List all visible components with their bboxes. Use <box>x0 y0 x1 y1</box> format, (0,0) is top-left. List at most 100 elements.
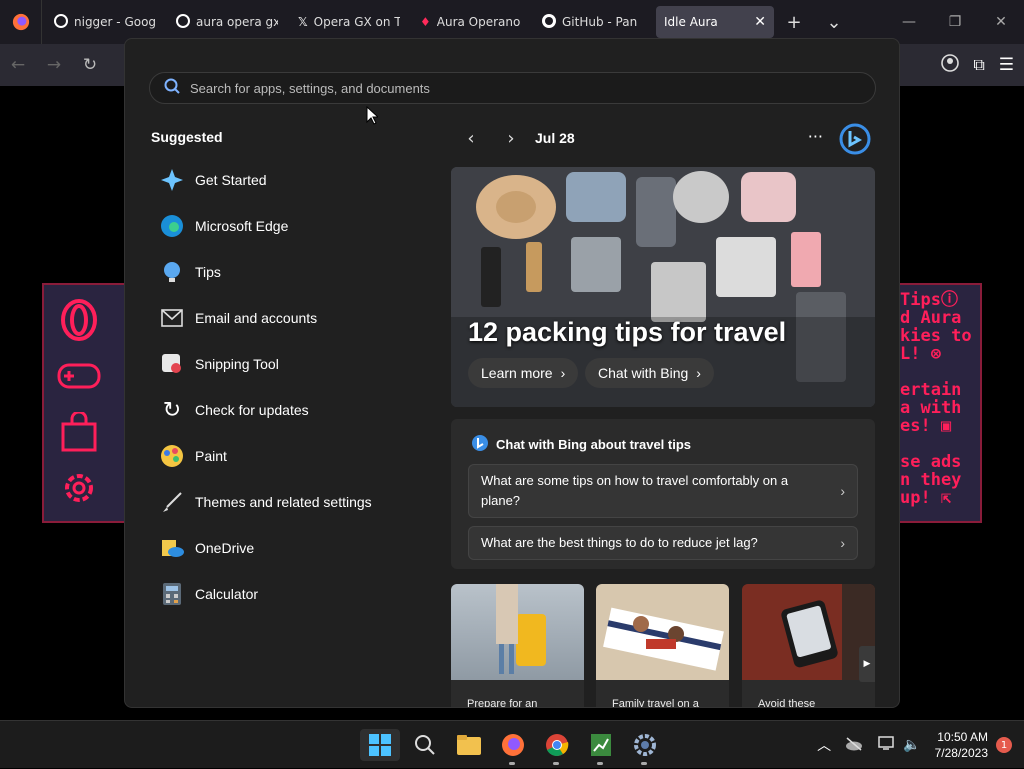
clock[interactable]: 10:50 AM 7/28/2023 <box>935 729 988 761</box>
scroll-right-button[interactable]: ▶ <box>859 646 875 682</box>
suggested-item-snipping[interactable]: Snipping Tool <box>151 341 431 387</box>
start-search-box[interactable] <box>149 72 876 104</box>
tab-aura[interactable]: ♦ Aura Operano <box>412 6 530 38</box>
edge-icon <box>159 213 185 239</box>
restore-button[interactable]: ❐ <box>932 14 978 30</box>
tab-list-chevron-icon[interactable]: ⌄ <box>814 12 854 33</box>
suggested-item-label: Calculator <box>195 586 259 602</box>
suggested-item-label: Microsoft Edge <box>195 218 289 234</box>
suggested-item-themes[interactable]: Themes and related settings <box>151 479 431 525</box>
bing-icon[interactable] <box>839 123 871 159</box>
reload-icon[interactable]: ↻ <box>72 55 108 75</box>
chevron-left-icon[interactable]: ‹ <box>451 128 491 149</box>
suggested-item-label: Themes and related settings <box>195 494 372 510</box>
suggested-item-updates[interactable]: ↻ Check for updates <box>151 387 431 433</box>
volume-icon[interactable]: 🔈 <box>903 737 920 753</box>
shopping-bag-icon[interactable] <box>56 409 102 455</box>
suggested-item-edge[interactable]: Microsoft Edge <box>151 203 431 249</box>
notification-badge[interactable]: 1 <box>996 737 1012 753</box>
suggested-item-calculator[interactable]: Calculator <box>151 571 431 617</box>
start-menu: Suggested Get Started Microsoft Edge Tip… <box>124 38 900 708</box>
paint-icon <box>159 443 185 469</box>
tips-line: d Aura <box>900 308 962 328</box>
close-window-button[interactable]: ✕ <box>978 14 1024 30</box>
extensions-icon[interactable]: ⧉ <box>973 55 984 75</box>
tips-line: a with <box>900 398 962 418</box>
tab-label: aura opera gx <box>196 15 278 29</box>
minimize-button[interactable]: — <box>886 14 932 30</box>
suggested-item-onedrive[interactable]: OneDrive <box>151 525 431 571</box>
bing-icon <box>471 434 489 455</box>
tips-line <box>900 363 980 381</box>
card-image <box>596 584 729 680</box>
card-image <box>451 584 584 680</box>
tab-github[interactable]: GitHub - Pan <box>534 6 652 38</box>
forward-arrow-icon[interactable]: → <box>36 55 72 75</box>
system-tray: ︿ 🔈 10:50 AM 7/28/2023 1 <box>817 721 1024 769</box>
opera-logo-icon[interactable] <box>56 297 102 343</box>
close-icon[interactable]: ✕ <box>754 14 766 30</box>
network-icon[interactable] <box>877 735 895 755</box>
firefox-icon <box>502 734 524 756</box>
question-text: What are the best things to do to reduce… <box>481 535 758 550</box>
aura-tips-panel: Tipsⓘ d Aura kies to L! ⊗ ertain a with … <box>898 283 982 523</box>
file-explorer-button[interactable] <box>449 729 489 761</box>
tab-idle-aura[interactable]: Idle Aura ✕ <box>656 6 774 38</box>
app-taskbar-button[interactable] <box>581 729 621 765</box>
mail-icon <box>159 305 185 331</box>
card-caption: Family travel on a <box>612 698 699 708</box>
gx-sidebar <box>42 283 126 523</box>
feed-card-1[interactable]: Prepare for an <box>451 584 584 708</box>
start-button[interactable] <box>360 729 400 761</box>
tips-line: Tipsⓘ <box>900 290 958 310</box>
suggested-item-label: OneDrive <box>195 540 255 556</box>
card-caption: Prepare for an <box>467 698 538 708</box>
tips-icon <box>159 259 185 285</box>
suggested-item-tips[interactable]: Tips <box>151 249 431 295</box>
learn-more-button[interactable]: Learn more › <box>468 358 579 388</box>
onedrive-offline-icon[interactable] <box>845 736 863 755</box>
gear-icon[interactable] <box>56 465 102 511</box>
tab-google-2[interactable]: aura opera gx <box>168 6 286 38</box>
bing-question-1[interactable]: What are some tips on how to travel comf… <box>468 464 858 518</box>
google-icon <box>54 13 68 31</box>
tab-label: nigger - Goog <box>74 15 156 29</box>
widget-feed: ‹ › Jul 28 ··· 12 packing tips for trave… <box>451 123 875 707</box>
running-indicator <box>553 762 559 765</box>
taskbar-search-button[interactable] <box>405 729 445 761</box>
chevron-right-icon: › <box>560 365 566 381</box>
back-arrow-icon[interactable]: ← <box>0 55 36 75</box>
tab-label: Idle Aura <box>664 15 718 29</box>
account-icon[interactable] <box>941 54 960 76</box>
search-input[interactable] <box>190 80 790 96</box>
feed-card-2[interactable]: Family travel on a <box>596 584 729 708</box>
suggested-item-email[interactable]: Email and accounts <box>151 295 431 341</box>
more-options-icon[interactable]: ··· <box>808 127 823 146</box>
chevron-up-icon[interactable]: ︿ <box>817 735 831 755</box>
bing-question-2[interactable]: What are the best things to do to reduce… <box>468 526 858 560</box>
chat-with-bing-button[interactable]: Chat with Bing › <box>585 358 714 388</box>
chrome-taskbar-button[interactable] <box>537 729 577 765</box>
menu-icon[interactable]: ☰ <box>999 55 1014 75</box>
refresh-icon: ↻ <box>162 397 182 422</box>
new-tab-button[interactable]: + <box>774 12 814 33</box>
suggested-item-get-started[interactable]: Get Started <box>151 157 431 203</box>
bing-chat-title-row: Chat with Bing about travel tips <box>471 434 691 455</box>
suggested-item-paint[interactable]: Paint <box>151 433 431 479</box>
hero-title: 12 packing tips for travel <box>468 317 787 347</box>
tab-x[interactable]: 𝕏 Opera GX on T <box>290 6 408 38</box>
chevron-right-icon[interactable]: › <box>491 128 531 149</box>
clock-time: 10:50 AM <box>937 730 988 744</box>
tips-line: kies to <box>900 326 972 346</box>
mouse-cursor-icon <box>366 106 378 125</box>
tab-google-1[interactable]: nigger - Goog <box>46 6 164 38</box>
github-icon <box>542 13 556 31</box>
settings-taskbar-button[interactable] <box>625 729 665 765</box>
hero-card[interactable]: 12 packing tips for travel Learn more › C… <box>451 167 875 407</box>
tips-line: ertain <box>900 380 962 400</box>
gamepad-icon[interactable] <box>56 353 102 399</box>
firefox-taskbar-button[interactable] <box>493 729 533 765</box>
feed-card-3[interactable]: Avoid these ▶ <box>742 584 875 707</box>
tips-line: n they <box>900 470 962 490</box>
firefox-logo-icon[interactable] <box>0 0 42 44</box>
